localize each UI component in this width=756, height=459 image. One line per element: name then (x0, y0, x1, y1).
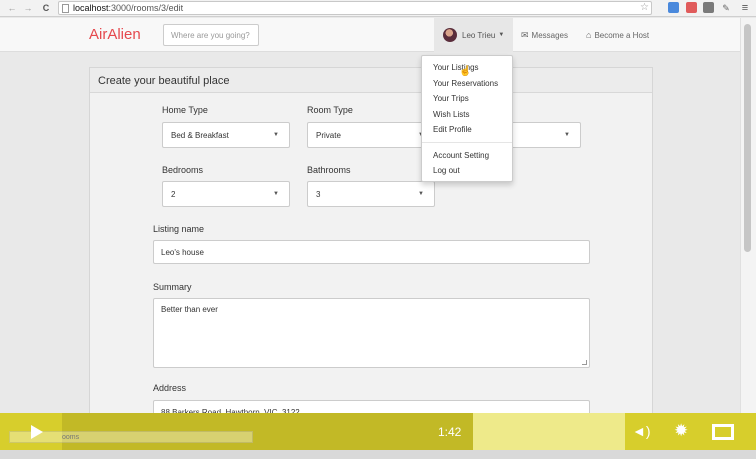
bathrooms-select[interactable]: 3 ▼ (307, 181, 435, 207)
bottom-strip (0, 450, 756, 459)
bedrooms-select[interactable]: 2 ▼ (162, 181, 290, 207)
user-menu-toggle[interactable]: Leo Trieu ▼ (434, 18, 513, 52)
bookmark-star-icon[interactable]: ☆ (640, 2, 649, 13)
panel-title: Create your beautiful place (90, 68, 652, 93)
envelope-icon: ✉ (521, 30, 529, 40)
address-label: Address (153, 383, 187, 393)
url-text: localhost:3000/rooms/3/edit (73, 3, 184, 13)
extension-icon-2[interactable] (686, 2, 697, 13)
summary-textarea[interactable]: Better than ever (153, 298, 590, 368)
summary-value: Better than ever (161, 305, 218, 314)
video-progress-buffered (473, 413, 625, 450)
menu-item-account-setting[interactable]: Account Setting (422, 148, 512, 164)
menu-item-your-reservations[interactable]: Your Reservations (422, 76, 512, 92)
become-host-link[interactable]: ⌂ Become a Host (586, 30, 649, 40)
home-type-label: Home Type (162, 105, 208, 115)
chevron-down-icon: ▼ (273, 132, 279, 138)
room-type-label: Room Type (307, 105, 353, 115)
gear-icon[interactable]: ✹ (674, 421, 688, 441)
menu-item-your-trips[interactable]: Your Trips (422, 91, 512, 107)
home-type-select[interactable]: Bed & Breakfast ▼ (162, 122, 290, 148)
summary-label: Summary (153, 282, 192, 292)
hand-cursor-icon: ☝ (459, 66, 472, 77)
browser-toolbar: ← → C localhost:3000/rooms/3/edit ☆ ✎ ≡ (0, 0, 756, 17)
resize-handle-icon[interactable] (582, 360, 587, 365)
bedrooms-label: Bedrooms (162, 165, 204, 175)
listing-panel: Create your beautiful place Home Type Be… (89, 67, 653, 459)
listing-name-label: Listing name (153, 224, 205, 234)
menu-item-log-out[interactable]: Log out (422, 163, 512, 179)
menu-item-edit-profile[interactable]: Edit Profile (422, 122, 512, 138)
play-icon[interactable] (31, 425, 43, 439)
messages-label: Messages (531, 31, 569, 40)
fullscreen-icon[interactable] (712, 424, 734, 440)
chevron-down-icon: ▼ (273, 191, 279, 197)
status-tooltip: ooms (9, 431, 253, 443)
home-icon: ⌂ (586, 30, 592, 40)
page-scrollbar[interactable] (740, 18, 756, 459)
search-input[interactable]: Where are you going? (163, 24, 259, 46)
listing-name-input[interactable]: Leo's house (153, 240, 590, 264)
become-host-label: Become a Host (594, 30, 650, 40)
volume-icon[interactable]: ◄) (632, 423, 651, 439)
bathrooms-value: 3 (316, 190, 321, 199)
user-name: Leo Trieu (462, 30, 496, 40)
menu-divider (422, 141, 512, 143)
chevron-down-icon: ▼ (418, 191, 424, 197)
page-icon (62, 3, 69, 13)
address-bar[interactable]: localhost:3000/rooms/3/edit ☆ (58, 1, 652, 15)
video-time: 1:42 (438, 425, 462, 439)
bathrooms-label: Bathrooms (307, 165, 351, 175)
back-icon[interactable]: ← (6, 2, 18, 14)
bedrooms-value: 2 (171, 190, 176, 199)
menu-icon[interactable]: ≡ (739, 2, 751, 14)
home-type-value: Bed & Breakfast (171, 131, 229, 140)
app-navbar: AirAlien Where are you going? Leo Trieu … (0, 18, 740, 52)
chevron-down-icon: ▼ (564, 132, 570, 138)
room-type-select[interactable]: Private ▼ (307, 122, 435, 148)
extension-icon-1[interactable] (668, 2, 679, 13)
forward-icon[interactable]: → (22, 2, 34, 14)
avatar (443, 28, 457, 42)
messages-link[interactable]: ✉ Messages (521, 30, 568, 41)
brand-logo[interactable]: AirAlien (89, 26, 141, 43)
menu-item-wish-lists[interactable]: Wish Lists (422, 107, 512, 123)
caret-down-icon: ▼ (498, 32, 505, 38)
extension-icon-3[interactable] (703, 2, 714, 13)
reload-icon[interactable]: C (40, 2, 52, 14)
extension-icon-4[interactable]: ✎ (720, 2, 732, 14)
scrollbar-thumb[interactable] (744, 24, 751, 252)
video-control-bar: ooms 1:42 ◄) ✹ (0, 413, 756, 450)
room-type-value: Private (316, 131, 341, 140)
